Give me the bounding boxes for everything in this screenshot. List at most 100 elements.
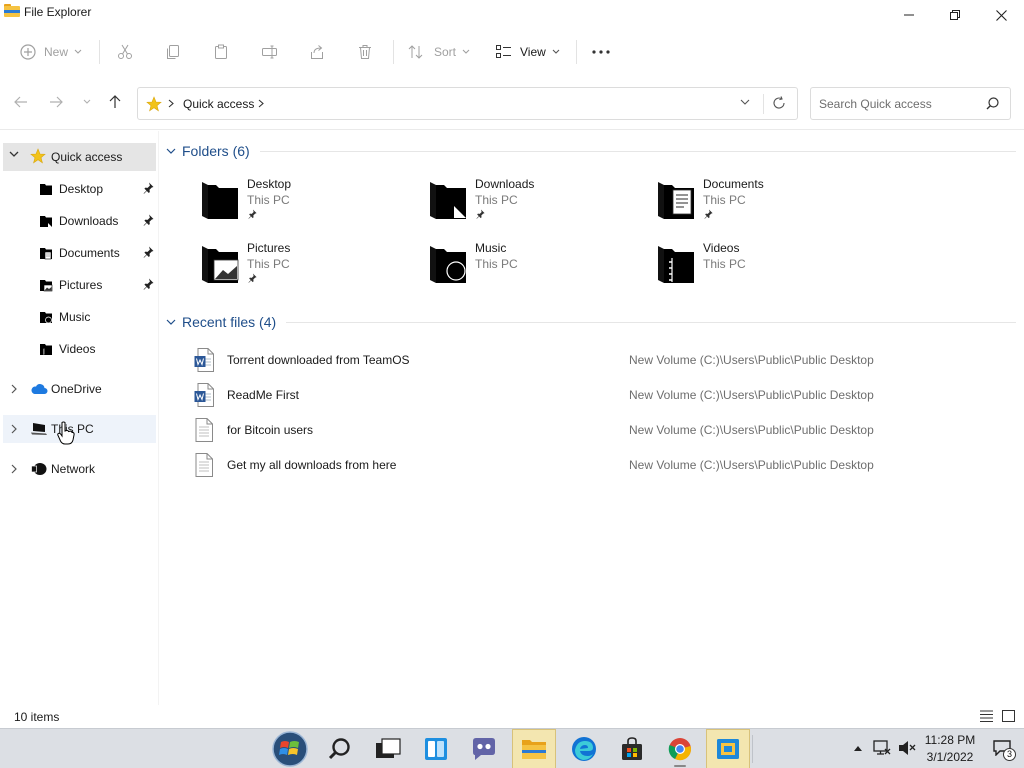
chevron-right-icon [11,464,17,474]
text-document-icon [195,453,213,477]
music-icon [40,312,52,324]
details-view-button[interactable] [980,710,993,725]
search-box[interactable] [810,87,1011,120]
folder-tile-downloads[interactable]: Downloads This PC [428,176,648,232]
taskbar-file-explorer[interactable] [512,729,556,768]
pin-icon [143,246,154,258]
taskbar-chrome[interactable] [658,729,702,768]
new-button[interactable]: New [20,38,82,66]
file-path: New Volume (C:)\Users\Public\Public Desk… [629,423,874,437]
recent-file-row[interactable]: for Bitcoin users New Volume (C:)\Users\… [190,415,880,445]
sidebar-item-music[interactable]: Music [3,303,156,331]
chevron-down-icon [740,99,750,105]
sidebar-item-documents[interactable]: Documents [3,239,156,267]
chat-button[interactable] [462,729,506,768]
tiles-view-button[interactable] [1002,710,1015,725]
folder-tile-documents[interactable]: Documents This PC [656,176,876,232]
volume-muted-icon[interactable] [898,740,916,756]
sidebar-item-network[interactable]: Network [3,455,156,483]
chevron-right-icon [11,384,17,394]
widgets-icon [425,738,447,760]
plus-circle-icon [20,44,36,60]
tiles-view-icon [1002,710,1015,722]
chevron-right-icon [11,424,17,434]
back-button[interactable] [11,92,31,112]
sidebar-item-label: Pictures [59,278,103,292]
folder-location: This PC [703,257,746,271]
file-name: Torrent downloaded from TeamOS [227,353,410,367]
folder-tile-pictures[interactable]: Pictures This PC [200,240,420,296]
pictures-folder-icon [202,246,239,283]
minimize-button[interactable] [886,0,932,30]
pin-icon [248,273,257,283]
widgets-button[interactable] [414,729,458,768]
delete-button[interactable] [357,38,373,66]
up-button[interactable] [105,92,125,112]
title-bar: File Explorer [0,0,1024,30]
sort-button[interactable]: Sort [408,38,470,66]
group-divider [260,151,1016,152]
more-options-button[interactable] [592,38,610,66]
folder-name: Documents [703,177,764,191]
sidebar-item-this-pc[interactable]: This PC [3,415,156,443]
sidebar-item-onedrive[interactable]: OneDrive [3,375,156,403]
chevron-right-icon [258,99,264,108]
hand-cursor-icon [57,421,75,445]
pin-icon [143,278,154,290]
maximize-button[interactable] [932,0,978,30]
store-bag-icon [622,737,642,760]
downloads-folder-icon [430,182,466,219]
taskbar-search-button[interactable] [318,729,362,768]
clock-time: 11:28 PM [924,733,976,747]
start-button[interactable] [268,729,312,768]
file-path: New Volume (C:)\Users\Public\Public Desk… [629,388,874,402]
share-button[interactable] [309,38,325,66]
pin-icon [248,209,257,219]
view-icon [496,45,511,58]
paste-icon [215,44,227,59]
chevron-up-icon[interactable] [853,745,863,752]
pin-icon [704,209,713,219]
rename-button[interactable] [261,38,279,66]
command-bar: New Sort View [0,30,1024,76]
sidebar-item-quick-access[interactable]: Quick access [3,143,156,171]
view-button[interactable]: View [496,38,560,66]
chevron-down-icon [552,49,560,54]
view-label: View [520,45,546,59]
pane-splitter[interactable] [158,131,159,705]
recent-file-row[interactable]: Torrent downloaded from TeamOS New Volum… [190,345,880,375]
paste-button[interactable] [213,38,229,66]
address-bar[interactable]: Quick access [137,87,798,120]
taskbar-active-window[interactable] [706,729,750,768]
clock[interactable]: 11:28 PM 3/1/2022 [920,732,980,766]
sidebar-item-desktop[interactable]: Desktop [3,175,156,203]
close-icon [995,9,1007,21]
search-input[interactable] [819,95,979,113]
taskbar-edge[interactable] [562,729,606,768]
close-button[interactable] [978,0,1024,30]
network-status-icon[interactable] [873,740,891,756]
folders-group-header[interactable]: Folders (6) [166,140,250,162]
sidebar-item-downloads[interactable]: Downloads [3,207,156,235]
cut-button[interactable] [117,38,133,66]
copy-button[interactable] [165,38,181,66]
chevron-down-icon [166,319,176,325]
chevron-down-icon [462,49,470,54]
recent-file-row[interactable]: Get my all downloads from here New Volum… [190,450,880,480]
sidebar-item-label: Documents [59,246,120,260]
sidebar-item-pictures[interactable]: Pictures [3,271,156,299]
recent-group-header[interactable]: Recent files (4) [166,311,276,333]
folder-tile-desktop[interactable]: Desktop This PC [200,176,420,232]
sidebar-item-label: OneDrive [51,382,102,396]
address-divider [763,94,764,114]
documents-icon [40,248,52,260]
recent-locations-button[interactable] [77,92,97,112]
folder-tile-music[interactable]: Music This PC [428,240,648,296]
folder-tile-videos[interactable]: Videos This PC [656,240,876,296]
forward-button[interactable] [46,92,66,112]
task-view-button[interactable] [366,729,410,768]
sidebar-item-videos[interactable]: Videos [3,335,156,363]
videos-icon [40,344,52,355]
recent-file-row[interactable]: ReadMe First New Volume (C:)\Users\Publi… [190,380,880,410]
taskbar-store[interactable] [610,729,654,768]
